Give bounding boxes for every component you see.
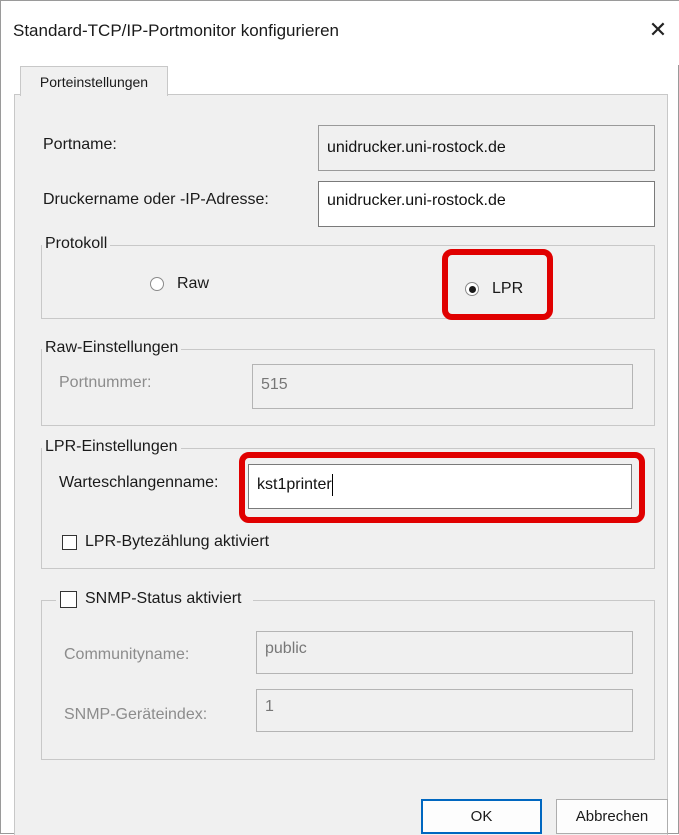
device-index-field: 1 [256, 689, 633, 732]
title-bar: Standard-TCP/IP-Portmonitor konfiguriere… [1, 1, 679, 65]
queue-name-label: Warteschlangenname: [59, 474, 219, 491]
raw-radio-label[interactable]: Raw [177, 275, 209, 293]
snmp-checkbox-label[interactable]: SNMP-Status aktiviert [85, 590, 241, 608]
portname-label: Portname: [43, 136, 117, 153]
protocol-legend: Protokoll [42, 235, 111, 253]
cancel-button[interactable]: Abbrechen [556, 799, 668, 834]
host-label: Druckername oder -IP-Adresse: [43, 191, 269, 208]
raw-settings-legend: Raw-Einstellungen [42, 339, 182, 357]
queue-highlight-box [239, 452, 645, 523]
lpr-highlight-box [442, 249, 553, 320]
snmp-legend: SNMP-Status aktiviert [56, 590, 254, 608]
tab-porteinstellungen[interactable]: Porteinstellungen [20, 66, 168, 96]
port-number-field: 515 [252, 364, 633, 409]
window-title: Standard-TCP/IP-Portmonitor konfiguriere… [13, 21, 339, 40]
protocol-group [41, 245, 655, 319]
community-name-label: Communityname: [64, 646, 190, 663]
snmp-checkbox[interactable] [60, 590, 77, 608]
lpr-settings-legend: LPR-Einstellungen [42, 438, 181, 456]
byte-count-label[interactable]: LPR-Bytezählung aktiviert [85, 533, 269, 551]
dialog-window: Standard-TCP/IP-Portmonitor konfiguriere… [0, 0, 679, 835]
device-index-label: SNMP-Geräteindex: [64, 706, 208, 723]
snmp-group [41, 600, 655, 760]
byte-count-checkbox[interactable] [62, 535, 77, 550]
community-name-field: public [256, 631, 633, 674]
host-input[interactable]: unidrucker.uni-rostock.de [318, 181, 655, 227]
port-number-label: Portnummer: [59, 374, 152, 391]
close-icon[interactable]: ✕ [641, 13, 675, 47]
ok-button[interactable]: OK [421, 799, 542, 834]
raw-radio[interactable] [150, 277, 164, 291]
portname-field[interactable]: unidrucker.uni-rostock.de [318, 125, 655, 171]
